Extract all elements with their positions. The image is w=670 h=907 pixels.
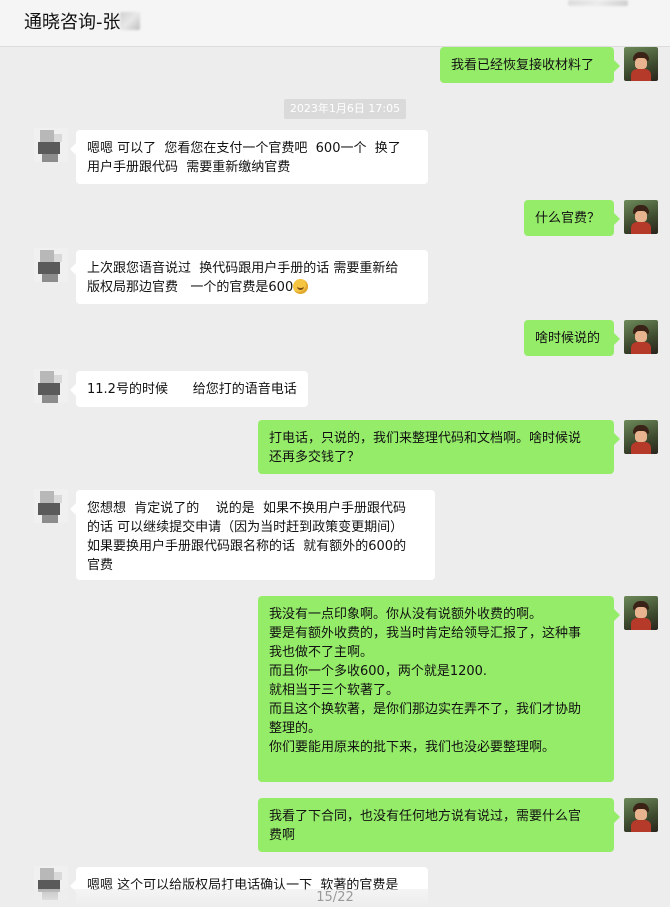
my-avatar[interactable] <box>624 320 658 354</box>
my-avatar[interactable] <box>624 200 658 234</box>
message-text: 上次跟您语音说过 换代码跟用户手册的话 需要重新给 版权局那边官费 一个的官费是… <box>87 261 399 295</box>
contact-avatar[interactable] <box>34 128 68 162</box>
my-avatar[interactable] <box>624 420 658 454</box>
redacted-corner-blur <box>568 0 628 6</box>
page-indicator: 15/22 <box>0 889 670 907</box>
grimace-emoji-icon <box>293 279 309 294</box>
message-bubble-out[interactable]: 打电话，只说的，我们来整理代码和文档啊。啥时候说 还再多交钱了？ <box>258 420 620 474</box>
message-timestamp: 2023年1月6日 17:05 <box>284 99 406 119</box>
message-bubble-out[interactable]: 我看已经恢复接收材料了 <box>440 47 620 83</box>
my-avatar[interactable] <box>624 596 658 630</box>
my-avatar[interactable] <box>624 47 658 81</box>
chat-header: 通晓咨询-张 <box>0 0 670 47</box>
message-bubble-in[interactable]: 上次跟您语音说过 换代码跟用户手册的话 需要重新给 版权局那边官费 一个的官费是… <box>70 250 428 304</box>
my-avatar[interactable] <box>624 798 658 832</box>
contact-avatar[interactable] <box>34 369 68 403</box>
message-bubble-out[interactable]: 什么官费？ <box>524 200 620 236</box>
redacted-name-blur <box>120 12 140 30</box>
message-bubble-out[interactable]: 我没有一点印象啊。你从没有说额外收费的啊。 要是有额外收费的，我当时肯定给领导汇… <box>258 596 620 782</box>
contact-avatar[interactable] <box>34 489 68 523</box>
message-bubble-in[interactable]: 您想想 肯定说了的 说的是 如果不换用户手册跟代码 的话 可以继续提交申请（因为… <box>70 490 435 580</box>
chat-title: 通晓咨询-张 <box>24 12 121 33</box>
message-bubble-in[interactable]: 嗯嗯 可以了 您看您在支付一个官费吧 600一个 换了 用户手册跟代码 需要重新… <box>70 130 428 184</box>
message-bubble-out[interactable]: 啥时候说的 <box>524 320 620 356</box>
message-bubble-out[interactable]: 我看了下合同，也没有任何地方说有说过，需要什么官 费啊 <box>258 798 620 852</box>
contact-avatar[interactable] <box>34 248 68 282</box>
message-bubble-in[interactable]: 11.2号的时候 给您打的语音电话 <box>70 371 308 407</box>
